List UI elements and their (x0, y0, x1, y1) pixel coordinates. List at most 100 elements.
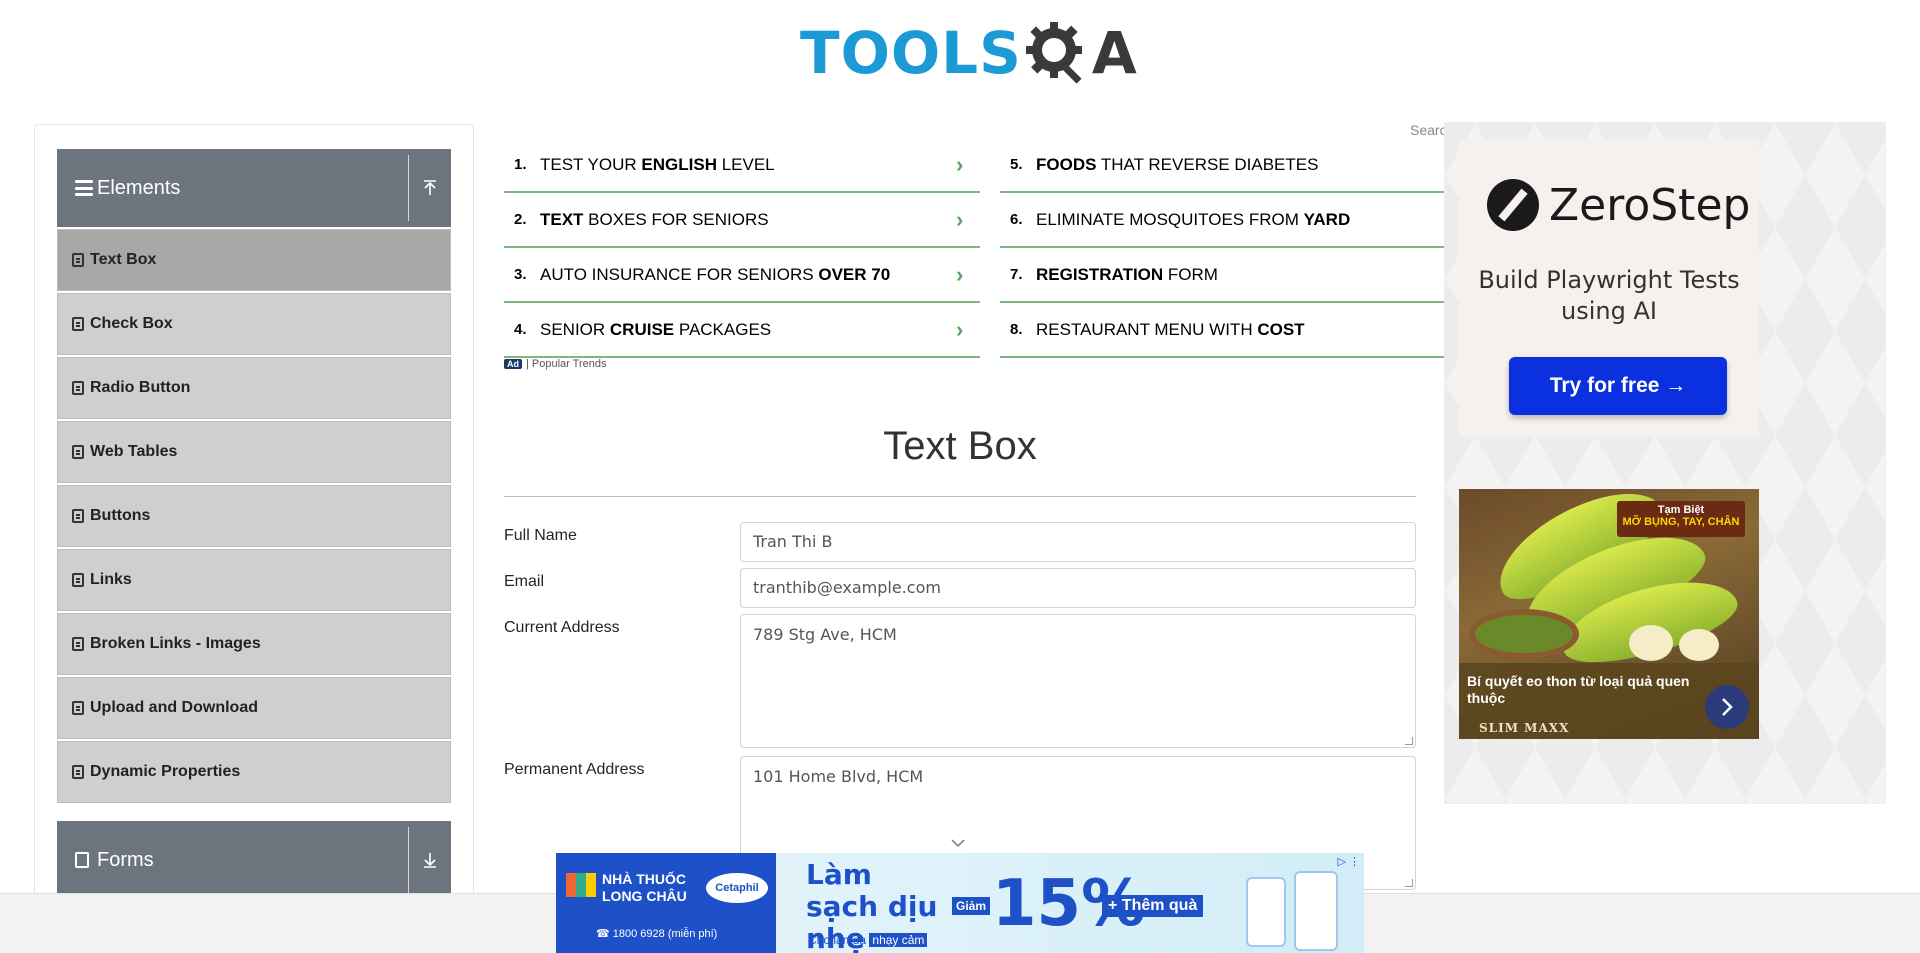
menu-item-web-tables[interactable]: Web Tables (57, 421, 451, 483)
product-bottle-image (1294, 871, 1338, 951)
resize-grip-icon[interactable] (1405, 879, 1413, 887)
menu-item-label: Radio Button (90, 379, 191, 396)
ad-num: 6. (1010, 211, 1023, 228)
ad-text-bold: OVER 70 (818, 264, 891, 284)
ad-badge: Ad (504, 359, 522, 369)
ad-text: AUTO INSURANCE FOR SENIORS OVER 70 (540, 265, 956, 285)
email-input[interactable]: tranthib@example.com (740, 568, 1416, 608)
elements-menu: Text Box Check Box Radio Button Web Tabl… (57, 229, 451, 805)
menu-item-upload-download[interactable]: Upload and Download (57, 677, 451, 739)
permanent-address-value: 101 Home Blvd, HCM (753, 767, 924, 786)
slim-maxx-ad[interactable]: Tạm Biệt MỠ BỤNG, TAY, CHÂN Bí quyết eo … (1459, 489, 1759, 739)
powder-bowl-image (1469, 609, 1579, 659)
chevron-right-icon: › (956, 316, 964, 342)
zerostep-logo: ZeroStep (1487, 179, 1750, 231)
current-address-textarea[interactable]: 789 Stg Ave, HCM (740, 614, 1416, 748)
menu-item-links[interactable]: Links (57, 549, 451, 611)
ad-text: TEST YOUR ENGLISH LEVEL (540, 155, 956, 175)
ad-text-pre: AUTO INSURANCE FOR SENIORS (540, 264, 819, 284)
ad-link-1[interactable]: 1. TEST YOUR ENGLISH LEVEL › (504, 138, 980, 193)
resize-grip-icon[interactable] (1405, 737, 1413, 745)
menu-item-dynamic-properties[interactable]: Dynamic Properties (57, 741, 451, 803)
html5-icon (72, 445, 84, 459)
ad-text: TEXT BOXES FOR SENIORS (540, 210, 956, 230)
ad-footer-text: | Popular Trends (526, 358, 607, 370)
ad-num: 2. (514, 211, 527, 228)
upload-arrow-icon[interactable] (419, 177, 441, 199)
download-arrow-icon[interactable] (419, 849, 441, 871)
html5-icon (72, 381, 84, 395)
current-address-value: 789 Stg Ave, HCM (753, 625, 897, 644)
slim-badge: Tạm Biệt MỠ BỤNG, TAY, CHÂN (1617, 501, 1745, 537)
html5-icon (72, 509, 84, 523)
menu-item-label: Broken Links - Images (90, 635, 261, 652)
ad-link-3[interactable]: 3. AUTO INSURANCE FOR SENIORS OVER 70 › (504, 248, 980, 303)
menu-item-broken-links[interactable]: Broken Links - Images (57, 613, 451, 675)
ad-text-bold: REGISTRATION (1036, 264, 1164, 284)
ad-link-7[interactable]: 7. REGISTRATION FORM (1000, 248, 1444, 303)
chevron-down-icon[interactable] (950, 836, 966, 852)
menu-item-label: Buttons (90, 507, 151, 524)
ad-text-bold: COST (1257, 319, 1305, 339)
menu-item-label: Links (90, 571, 132, 588)
ad-num: 3. (514, 266, 527, 283)
slim-badge-line1: Tạm Biệt (1657, 504, 1705, 516)
ad-link-2[interactable]: 2. TEXT BOXES FOR SENIORS › (504, 193, 980, 248)
menu-item-text-box[interactable]: Text Box (57, 229, 451, 291)
ad-footer: Ad | Popular Trends (504, 358, 607, 370)
right-ad-panel: ZeroStep Build Playwright Tests using AI… (1444, 122, 1886, 804)
menu-item-radio-button[interactable]: Radio Button (57, 357, 451, 419)
ad-text: FOODS THAT REVERSE DIABETES (1036, 155, 1444, 175)
ad-text: REGISTRATION FORM (1036, 265, 1444, 285)
ad-num: 8. (1010, 321, 1023, 338)
ad-link-5[interactable]: 5. FOODS THAT REVERSE DIABETES (1000, 138, 1444, 193)
product-bottle-image (1246, 877, 1286, 947)
hamburger-icon (75, 180, 93, 196)
slim-brand: SLIM MAXX (1479, 721, 1570, 735)
ad-text-pre: RESTAURANT MENU WITH (1036, 319, 1258, 339)
menu-item-check-box[interactable]: Check Box (57, 293, 451, 355)
email-label: Email (504, 573, 545, 590)
zerostep-brand: ZeroStep (1549, 179, 1751, 231)
cetaphil-logo: Cetaphil (706, 873, 768, 903)
ad-text-post: THAT REVERSE DIABETES (1096, 154, 1319, 174)
try-for-free-button[interactable]: Try for free → (1509, 357, 1727, 415)
ad-text-pre: ELIMINATE MOSQUITOES FROM (1036, 209, 1304, 229)
ad-text-pre: TEST YOUR (540, 154, 642, 174)
forms-group-header[interactable]: Forms (57, 821, 451, 899)
html5-icon (72, 253, 84, 267)
menu-item-label: Check Box (90, 315, 173, 332)
ad-link-4[interactable]: 4. SENIOR CRUISE PACKAGES › (504, 303, 980, 358)
menu-item-label: Dynamic Properties (90, 763, 241, 780)
menu-item-buttons[interactable]: Buttons (57, 485, 451, 547)
toolsqa-logo[interactable]: TOOLS A (800, 14, 1137, 92)
group-divider (408, 155, 409, 221)
banana-slice-image (1629, 625, 1673, 661)
html5-icon (72, 317, 84, 331)
ad-info-icon[interactable]: ▷ ⋮ (1337, 855, 1360, 868)
ad-text: ELIMINATE MOSQUITOES FROM YARD (1036, 210, 1444, 230)
banner-subline: Cho làn da nhạy cảm (808, 933, 928, 947)
banner-sub-prefix: Cho làn da (808, 933, 870, 947)
elements-group-header[interactable]: Elements (57, 149, 451, 227)
ad-num: 4. (514, 321, 527, 338)
ad-link-8[interactable]: 8. RESTAURANT MENU WITH COST (1000, 303, 1444, 358)
long-chau-banner-ad[interactable]: NHÀ THUỐC LONG CHÂU Cetaphil ☎ 1800 6928… (556, 853, 1364, 953)
logo-text-a: A (1091, 19, 1137, 87)
ad-text-pre: SENIOR (540, 319, 610, 339)
title-divider (504, 496, 1416, 497)
ad-text-bold: FOODS (1036, 154, 1097, 174)
ad-num: 1. (514, 156, 527, 173)
group-divider (408, 827, 409, 893)
ad-text-bold: YARD (1303, 209, 1351, 229)
slim-caption: Bí quyết eo thon từ loại quả quen thuộc … (1459, 663, 1759, 739)
full-name-input[interactable]: Tran Thi B (740, 522, 1416, 562)
chevron-right-icon[interactable] (1705, 685, 1749, 729)
fpt-logo-icon (566, 873, 596, 897)
current-address-label: Current Address (504, 619, 620, 636)
ad-text-bold: CRUISE (609, 319, 675, 339)
ad-link-6[interactable]: 6. ELIMINATE MOSQUITOES FROM YARD (1000, 193, 1444, 248)
permanent-address-label: Permanent Address (504, 761, 645, 778)
zerostep-ad[interactable]: ZeroStep Build Playwright Tests using AI… (1459, 139, 1759, 437)
hotline: ☎ 1800 6928 (miễn phí) (596, 928, 718, 940)
